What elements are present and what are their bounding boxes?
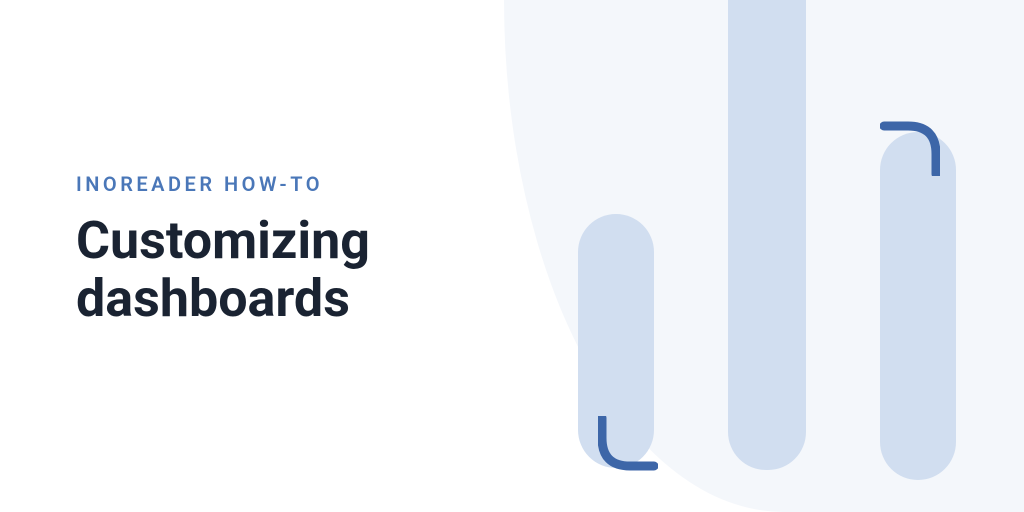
bar-medium [880,132,956,480]
headline-text: Customizing dashboards [76,212,370,328]
headline-line-1: Customizing [76,210,370,271]
text-content: INOREADER HOW-TO Customizing dashboards [76,172,370,328]
hook-accent-left [598,416,658,474]
headline-line-2: dashboards [76,268,350,329]
hook-accent-right [880,118,940,176]
decorative-bars [504,0,1024,512]
bar-tall [728,0,806,470]
eyebrow-text: INOREADER HOW-TO [76,172,370,196]
